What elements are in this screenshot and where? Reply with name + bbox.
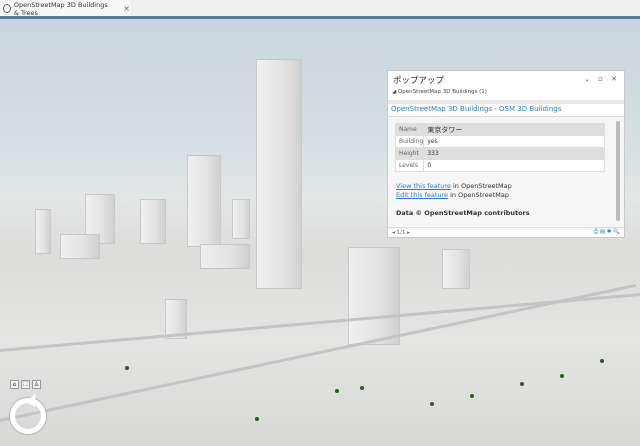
tree bbox=[470, 394, 474, 398]
field-name: Building bbox=[394, 135, 425, 148]
popup-feature-heading: OpenStreetMap 3D Buildings - OSM 3D Buil… bbox=[391, 105, 562, 113]
data-credit: Data © OpenStreetMap contributors bbox=[396, 209, 530, 217]
table-row: Height 333 bbox=[394, 147, 605, 160]
field-name: Levels bbox=[394, 159, 425, 172]
popup-scrollbar[interactable] bbox=[616, 121, 620, 221]
building bbox=[442, 249, 470, 289]
building bbox=[35, 209, 51, 254]
tree bbox=[360, 386, 364, 390]
popup-panel: ポップアップ ⌄ ▫ ✕ ◢ OpenStreetMap 3D Building… bbox=[387, 70, 625, 238]
road bbox=[0, 283, 637, 422]
field-value: 333 bbox=[423, 147, 605, 160]
popup-footer-tools[interactable]: ⎙ ▤ ✱ 🔍 bbox=[594, 229, 620, 236]
link-suffix: in OpenStreetMap bbox=[450, 182, 512, 190]
building bbox=[140, 199, 166, 244]
tab-title: OpenStreetMap 3D Buildings & Trees bbox=[13, 0, 108, 17]
view-feature-link[interactable]: View this feature bbox=[396, 182, 451, 190]
building-tower[interactable] bbox=[256, 59, 302, 289]
popup-layer-group[interactable]: ◢ OpenStreetMap 3D Buildings (1) bbox=[388, 86, 624, 98]
building bbox=[60, 234, 100, 259]
tab-bar: OpenStreetMap 3D Buildings & Trees × bbox=[0, 0, 640, 17]
tree bbox=[335, 389, 339, 393]
edit-feature-link[interactable]: Edit this feature bbox=[396, 191, 448, 199]
popup-footer: ◂ 1/1 ▸ ⎙ ▤ ✱ 🔍 bbox=[388, 227, 624, 237]
popup-body: Name 東京タワー Building yes Height 333 Levels 0 … bbox=[388, 116, 624, 230]
building bbox=[348, 247, 400, 345]
attribute-table: Name 東京タワー Building yes Height 333 Levels 0 bbox=[394, 123, 605, 172]
divider bbox=[388, 100, 624, 104]
nav-buttons: ⌂ ⛶ ♙ bbox=[10, 380, 41, 389]
globe-icon bbox=[3, 4, 11, 13]
pager[interactable]: ◂ 1/1 ▸ bbox=[392, 230, 410, 236]
tree bbox=[125, 366, 129, 370]
home-icon[interactable]: ⌂ bbox=[10, 380, 19, 389]
building bbox=[187, 155, 221, 247]
popup-title: ポップアップ bbox=[393, 76, 445, 86]
field-value: 0 bbox=[423, 159, 605, 172]
field-value: 東京タワー bbox=[423, 123, 605, 136]
full-extent-icon[interactable]: ⛶ bbox=[21, 380, 30, 389]
popup-window-controls[interactable]: ⌄ ▫ ✕ bbox=[584, 75, 620, 83]
tree bbox=[430, 402, 434, 406]
tree bbox=[255, 417, 259, 421]
close-tab-icon[interactable]: × bbox=[123, 4, 130, 13]
view-feature-line: View this feature in OpenStreetMap bbox=[396, 182, 512, 190]
edit-feature-line: Edit this feature in OpenStreetMap bbox=[396, 191, 509, 199]
pedestrian-icon[interactable]: ♙ bbox=[32, 380, 41, 389]
field-name: Height bbox=[394, 147, 425, 160]
field-value: yes bbox=[423, 135, 605, 148]
building bbox=[232, 199, 250, 239]
tab-map[interactable]: OpenStreetMap 3D Buildings & Trees × bbox=[0, 0, 130, 17]
tree bbox=[560, 374, 564, 378]
table-row: Levels 0 bbox=[394, 159, 605, 172]
building bbox=[200, 244, 250, 269]
link-suffix: in OpenStreetMap bbox=[448, 191, 509, 199]
tree bbox=[600, 359, 604, 363]
table-row: Building yes bbox=[394, 135, 605, 148]
road bbox=[0, 292, 640, 352]
tree bbox=[520, 382, 524, 386]
field-name: Name bbox=[394, 123, 425, 136]
table-row: Name 東京タワー bbox=[394, 123, 605, 136]
